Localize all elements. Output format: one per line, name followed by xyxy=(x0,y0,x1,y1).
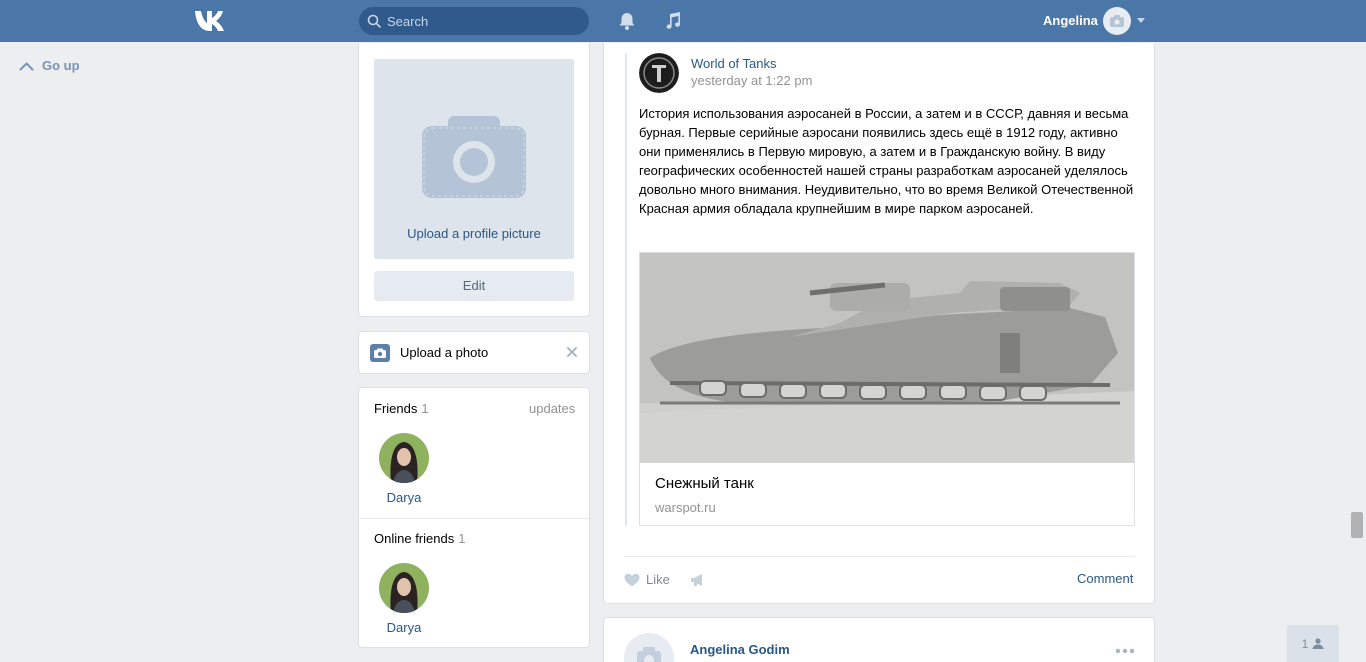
friend-avatar[interactable] xyxy=(379,563,429,613)
camera-icon xyxy=(422,116,526,198)
profile-photo-card: Upload a profile picture Edit xyxy=(358,43,590,317)
post-author-link[interactable]: Angelina Godim xyxy=(690,642,790,657)
chevron-down-icon[interactable] xyxy=(1137,18,1145,24)
upload-profile-picture-link[interactable]: Upload a profile picture xyxy=(374,226,574,241)
post-author-avatar[interactable] xyxy=(624,633,674,662)
post-text: История использования аэросаней в России… xyxy=(639,106,1134,216)
repost-line xyxy=(625,53,627,526)
attachment-domain[interactable]: warspot.ru xyxy=(655,500,716,515)
attachment-title[interactable]: Снежный танк xyxy=(655,475,754,492)
header-user-name[interactable]: Angelina xyxy=(1043,13,1098,28)
close-icon[interactable] xyxy=(566,346,578,358)
search-icon xyxy=(367,14,381,28)
header-avatar[interactable] xyxy=(1103,7,1131,35)
online-friends-count: 1 xyxy=(458,531,466,546)
divider xyxy=(359,518,589,519)
camera-placeholder-icon xyxy=(637,647,661,662)
vk-logo-icon[interactable] xyxy=(193,9,229,33)
like-button[interactable]: Like xyxy=(624,572,670,587)
friend-item[interactable]: Darya xyxy=(379,433,429,505)
friends-card: Friends 1 updates Darya Online friends 1 D… xyxy=(358,387,590,648)
share-megaphone-icon[interactable] xyxy=(690,573,706,587)
friends-count: 1 xyxy=(421,401,429,416)
notifications-bell-icon[interactable] xyxy=(617,11,637,31)
online-friends-counter[interactable]: 1 xyxy=(1287,625,1339,662)
friend-avatar[interactable] xyxy=(379,433,429,483)
online-friends-title: Online friends xyxy=(374,531,455,546)
edit-profile-button[interactable]: Edit xyxy=(374,271,574,301)
camera-placeholder-icon xyxy=(1110,15,1124,27)
upload-photo-card[interactable]: Upload a photo xyxy=(358,331,590,374)
feed-post: World of Tanks yesterday at 1:22 pm Исто… xyxy=(603,43,1155,604)
friends-header[interactable]: Friends 1 xyxy=(374,401,429,416)
friends-title: Friends xyxy=(374,401,418,416)
go-up-label: Go up xyxy=(42,58,80,73)
post-author-avatar[interactable] xyxy=(639,53,679,93)
music-icon[interactable] xyxy=(663,11,683,31)
feed-post: Angelina Godim xyxy=(603,617,1155,662)
post-author-link[interactable]: World of Tanks xyxy=(691,56,777,71)
person-icon xyxy=(1312,638,1324,649)
divider xyxy=(624,556,1135,557)
photo-camera-icon xyxy=(370,344,390,362)
friend-name[interactable]: Darya xyxy=(379,490,429,505)
online-counter-value: 1 xyxy=(1301,636,1309,651)
post-date[interactable]: yesterday at 1:22 pm xyxy=(691,73,812,88)
upload-photo-label[interactable]: Upload a photo xyxy=(400,345,488,360)
scrollbar[interactable] xyxy=(1349,42,1366,662)
profile-photo-placeholder[interactable]: Upload a profile picture xyxy=(374,59,574,259)
online-friends-header[interactable]: Online friends 1 xyxy=(374,531,465,546)
go-up-button[interactable]: Go up xyxy=(19,58,80,73)
heart-icon xyxy=(624,573,640,586)
online-friend-item[interactable]: Darya xyxy=(379,563,429,635)
attachment-image[interactable] xyxy=(640,253,1134,463)
more-options-icon[interactable] xyxy=(1115,648,1135,654)
friend-name[interactable]: Darya xyxy=(379,620,429,635)
scrollbar-thumb[interactable] xyxy=(1351,512,1363,538)
like-label: Like xyxy=(646,572,670,587)
comment-button[interactable]: Comment xyxy=(1077,571,1133,586)
friends-updates-link[interactable]: updates xyxy=(529,401,575,416)
search-input[interactable] xyxy=(387,7,582,35)
link-attachment[interactable]: Снежный танк warspot.ru xyxy=(639,252,1135,526)
chevron-up-icon xyxy=(19,61,34,70)
